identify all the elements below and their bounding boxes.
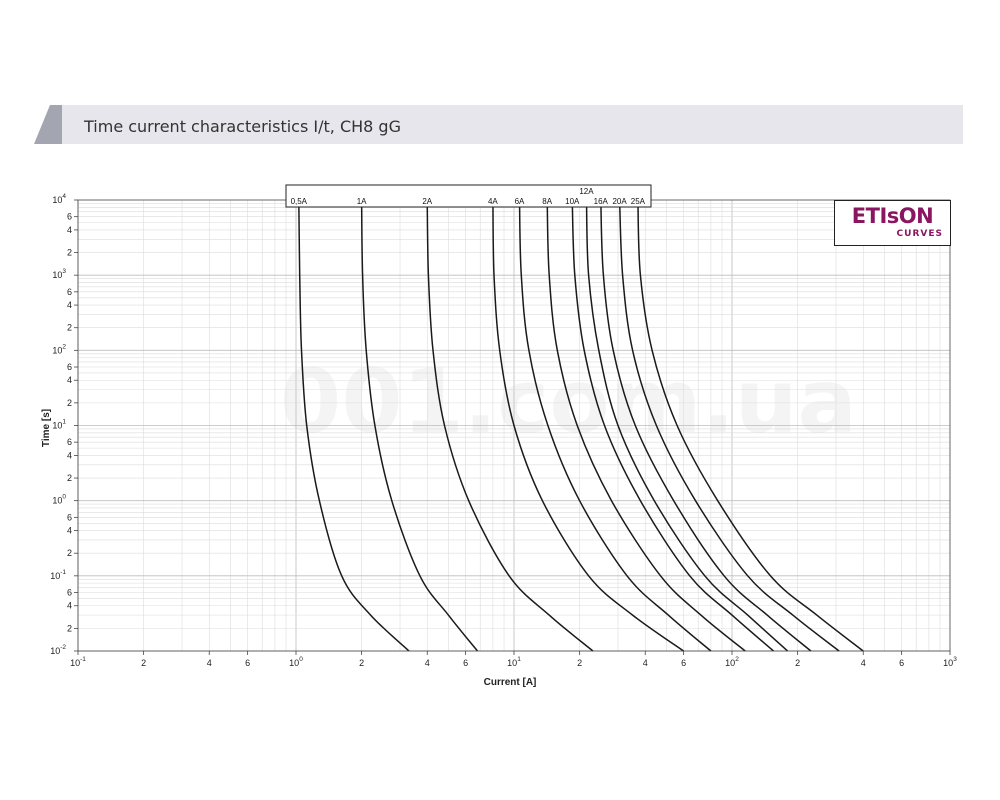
curve-label: 20A [612,197,627,206]
y-tick-label: 4 [67,450,72,460]
y-tick-label: 2 [67,398,72,408]
y-tick-label: 4 [67,526,72,536]
y-axis-ticks: 10-224610-124610024610124610224610324610… [50,193,78,656]
brand-logo: ETIsON CURVES [834,200,951,246]
x-tick-label: 6 [463,658,468,668]
curve-label: 2A [422,197,432,206]
x-tick-label: 6 [681,658,686,668]
y-tick-label: 102 [52,343,66,355]
y-tick-label: 10-2 [50,644,66,656]
y-tick-label: 6 [67,588,72,598]
y-tick-label: 2 [67,248,72,258]
x-tick-label: 10-1 [70,656,86,668]
x-tick-label: 102 [725,656,739,668]
x-tick-label: 2 [577,658,582,668]
curve-label: 4A [488,197,498,206]
curve-label: 1A [357,197,367,206]
x-tick-label: 4 [643,658,648,668]
x-tick-label: 6 [245,658,250,668]
y-tick-label: 4 [67,300,72,310]
y-tick-label: 10-1 [50,569,66,581]
x-tick-label: 100 [289,656,303,668]
y-tick-label: 100 [52,494,66,506]
x-tick-label: 103 [943,656,957,668]
x-axis-ticks: 10-1 2 4 6 100 2 4 6 101 2 4 6 102 2 4 6 103 [70,651,957,668]
curve-label: 12A [579,187,594,196]
curve-label: 10A [565,197,580,206]
y-tick-label: 6 [67,287,72,297]
y-tick-label: 6 [67,212,72,222]
logo-sub-text: CURVES [896,229,943,239]
x-tick-label: 6 [899,658,904,668]
x-tick-label: 101 [507,656,521,668]
y-tick-label: 6 [67,437,72,447]
x-tick-label: 4 [207,658,212,668]
curve-label: 16A [594,197,609,206]
logo-main-text: ETIsON [851,204,934,228]
y-tick-label: 4 [67,225,72,235]
x-tick-label: 2 [795,658,800,668]
y-tick-label: 101 [52,419,66,431]
y-tick-label: 2 [67,548,72,558]
x-tick-label: 4 [861,658,866,668]
y-tick-label: 2 [67,473,72,483]
y-tick-label: 6 [67,362,72,372]
time-current-chart: 10-1 2 4 6 100 2 4 6 101 2 4 6 102 2 4 6 103 10-224610-1… [41,184,957,688]
curve-label: 0,5A [291,197,308,206]
y-tick-label: 4 [67,601,72,611]
x-tick-label: 2 [359,658,364,668]
curve-label: 8A [542,197,552,206]
y-tick-label: 2 [67,323,72,333]
y-tick-label: 6 [67,512,72,522]
y-tick-label: 103 [52,268,66,280]
x-axis-label: Current [A] [484,677,537,688]
x-tick-label: 2 [141,658,146,668]
y-tick-label: 4 [67,375,72,385]
y-axis-label: Time [s] [41,409,52,447]
curve-label: 25A [631,197,646,206]
x-tick-label: 4 [425,658,430,668]
y-tick-label: 104 [52,193,66,205]
curve-label: 6A [515,197,525,206]
y-tick-label: 2 [67,623,72,633]
